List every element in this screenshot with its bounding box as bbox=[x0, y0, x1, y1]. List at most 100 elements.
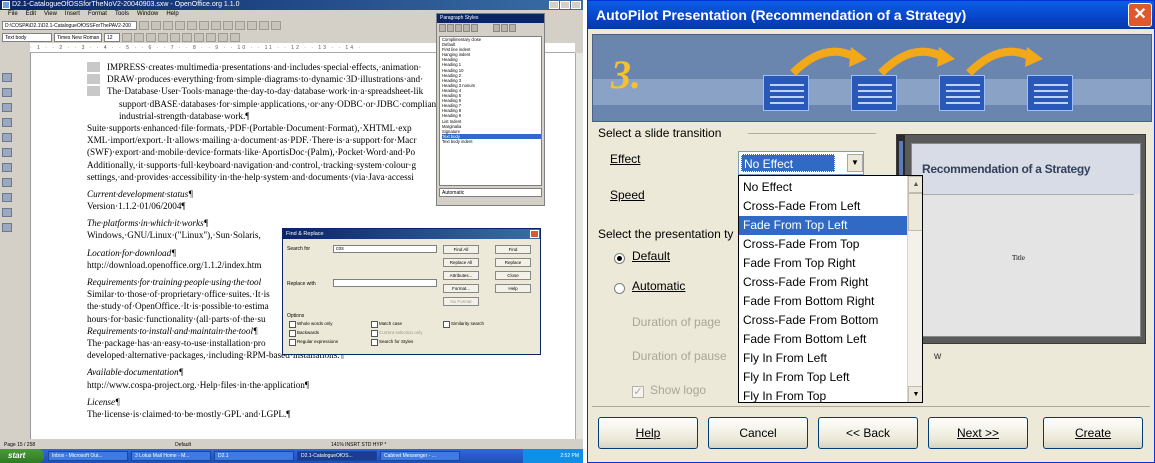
justify-icon[interactable] bbox=[194, 32, 204, 42]
scroll-down-icon[interactable]: ▼ bbox=[908, 386, 922, 402]
search-styles-checkbox[interactable]: Search for Styles bbox=[371, 339, 413, 346]
regex-checkbox[interactable]: Regular expressions bbox=[289, 339, 338, 346]
font-color-icon[interactable] bbox=[230, 32, 240, 42]
vertical-scrollbar[interactable] bbox=[575, 53, 583, 439]
close-icon[interactable] bbox=[571, 1, 581, 9]
redo-icon[interactable] bbox=[247, 20, 257, 30]
data-sources-icon[interactable] bbox=[2, 178, 12, 187]
help-button[interactable]: Help bbox=[495, 284, 531, 293]
current-selection-checkbox[interactable]: Current selection only bbox=[371, 330, 423, 337]
underline-icon[interactable] bbox=[146, 32, 156, 42]
bullets-icon[interactable] bbox=[218, 32, 228, 42]
align-left-icon[interactable] bbox=[158, 32, 168, 42]
effect-option[interactable]: Fade From Bottom Left bbox=[739, 330, 907, 349]
align-right-icon[interactable] bbox=[182, 32, 192, 42]
font-size-select[interactable]: 12 bbox=[104, 32, 120, 42]
online-layout-icon[interactable] bbox=[2, 223, 12, 232]
taskbar-task[interactable]: Inbox - Microsoft Out... bbox=[48, 451, 128, 461]
stylist-icon[interactable] bbox=[271, 20, 281, 30]
effect-option[interactable]: Fly In From Top bbox=[739, 387, 907, 402]
create-button[interactable]: Create bbox=[1043, 417, 1143, 449]
find-replace-icon[interactable] bbox=[2, 163, 12, 172]
menu-item-tools[interactable]: Tools bbox=[115, 11, 129, 17]
update-style-icon[interactable] bbox=[509, 24, 516, 32]
taskbar-task[interactable]: D2.1 bbox=[214, 451, 294, 461]
effect-dropdown-value[interactable]: No Effect bbox=[741, 154, 835, 172]
new-icon[interactable] bbox=[151, 20, 161, 30]
close-icon[interactable] bbox=[530, 230, 539, 238]
spellcheck-icon[interactable] bbox=[2, 148, 12, 157]
replace-with-input[interactable] bbox=[333, 279, 437, 287]
find-all-button[interactable]: Find All bbox=[443, 245, 479, 254]
menu-item-format[interactable]: Format bbox=[88, 11, 107, 17]
effect-dropdown[interactable]: No Effect ▼ bbox=[738, 151, 864, 175]
replace-all-button[interactable]: Replace All bbox=[443, 258, 479, 267]
taskbar-task[interactable]: D2.1-CatalogueOfOS... bbox=[297, 451, 377, 461]
numbering-icon[interactable] bbox=[206, 32, 216, 42]
format-button[interactable]: Format... bbox=[443, 284, 479, 293]
effect-option[interactable]: Cross-Fade From Left bbox=[739, 197, 907, 216]
effect-option[interactable]: No Effect bbox=[739, 178, 907, 197]
character-styles-icon[interactable] bbox=[447, 24, 454, 32]
italic-icon[interactable] bbox=[134, 32, 144, 42]
find-button[interactable]: Find bbox=[495, 245, 531, 254]
effect-option[interactable]: Cross-Fade From Top bbox=[739, 235, 907, 254]
taskbar-task[interactable]: 3 Lotus Mail Home - M... bbox=[131, 451, 211, 461]
insert-object-icon[interactable] bbox=[2, 103, 12, 112]
bold-icon[interactable] bbox=[122, 32, 132, 42]
paragraph-styles-icon[interactable] bbox=[439, 24, 446, 32]
numbering-styles-icon[interactable] bbox=[471, 24, 478, 32]
paste-icon[interactable] bbox=[223, 20, 233, 30]
chevron-down-icon[interactable]: ▼ bbox=[847, 154, 863, 172]
effect-option[interactable]: Cross-Fade From Bottom bbox=[739, 311, 907, 330]
backwards-checkbox[interactable]: Backwards bbox=[289, 330, 319, 337]
scroll-up-icon[interactable]: ▲ bbox=[908, 176, 922, 193]
replace-button[interactable]: Replace bbox=[495, 258, 531, 267]
help-button[interactable]: Help bbox=[598, 417, 698, 449]
page-styles-icon[interactable] bbox=[463, 24, 470, 32]
align-center-icon[interactable] bbox=[170, 32, 180, 42]
show-draw-functions-icon[interactable] bbox=[2, 118, 12, 127]
load-url-field[interactable]: D:\COSPA\D2.1\D2.1-CatalogueOfOSSForTheP… bbox=[2, 20, 137, 30]
effect-dropdown-list[interactable]: No Effect Cross-Fade From Left Fade From T… bbox=[738, 175, 923, 403]
form-functions-icon[interactable] bbox=[2, 133, 12, 142]
effect-option[interactable]: Fade From Bottom Right bbox=[739, 292, 907, 311]
effect-option[interactable]: Cross-Fade From Right bbox=[739, 273, 907, 292]
fill-format-icon[interactable] bbox=[493, 24, 500, 32]
style-list-item[interactable]: Text body indent bbox=[442, 139, 541, 144]
attributes-button[interactable]: Attributes... bbox=[443, 271, 479, 280]
search-for-input[interactable]: cos bbox=[333, 245, 437, 253]
paragraph-style-select[interactable]: Text body bbox=[2, 32, 52, 42]
undo-icon[interactable] bbox=[235, 20, 245, 30]
list-scrollbar[interactable]: ▲ ▼ bbox=[907, 176, 922, 402]
menu-item-file[interactable]: File bbox=[8, 11, 18, 17]
menu-item-insert[interactable]: Insert bbox=[65, 11, 80, 17]
font-name-select[interactable]: Times New Roman bbox=[54, 32, 102, 42]
edit-file-icon[interactable] bbox=[139, 20, 149, 30]
back-button[interactable]: << Back bbox=[818, 417, 918, 449]
nonprinting-characters-icon[interactable] bbox=[2, 193, 12, 202]
graphics-off-icon[interactable] bbox=[2, 208, 12, 217]
close-icon[interactable]: ✕ bbox=[1128, 3, 1152, 27]
maximize-icon[interactable] bbox=[560, 1, 570, 9]
next-button[interactable]: Next >> bbox=[928, 417, 1028, 449]
close-button[interactable]: Close bbox=[495, 271, 531, 280]
no-format-button[interactable]: No Format bbox=[443, 297, 479, 306]
insert-fields-icon[interactable] bbox=[2, 88, 12, 97]
menu-item-edit[interactable]: Edit bbox=[26, 11, 36, 17]
style-filter-select[interactable]: Automatic bbox=[439, 188, 542, 197]
minimize-icon[interactable] bbox=[549, 1, 559, 9]
effect-option[interactable]: Fade From Top Left bbox=[739, 216, 907, 235]
similarity-checkbox[interactable]: Similarity search bbox=[443, 321, 484, 328]
print-icon[interactable] bbox=[187, 20, 197, 30]
whole-words-checkbox[interactable]: Whole words only bbox=[289, 321, 333, 328]
start-button[interactable]: start bbox=[0, 449, 44, 463]
cancel-button[interactable]: Cancel bbox=[708, 417, 808, 449]
effect-option[interactable]: Fly In From Left bbox=[739, 349, 907, 368]
menu-item-window[interactable]: Window bbox=[137, 11, 158, 17]
effect-option[interactable]: Fly In From Top Left bbox=[739, 368, 907, 387]
effect-option[interactable]: Fade From Top Right bbox=[739, 254, 907, 273]
menu-item-view[interactable]: View bbox=[44, 11, 57, 17]
scroll-thumb[interactable] bbox=[908, 193, 922, 231]
default-radio[interactable] bbox=[614, 253, 625, 264]
